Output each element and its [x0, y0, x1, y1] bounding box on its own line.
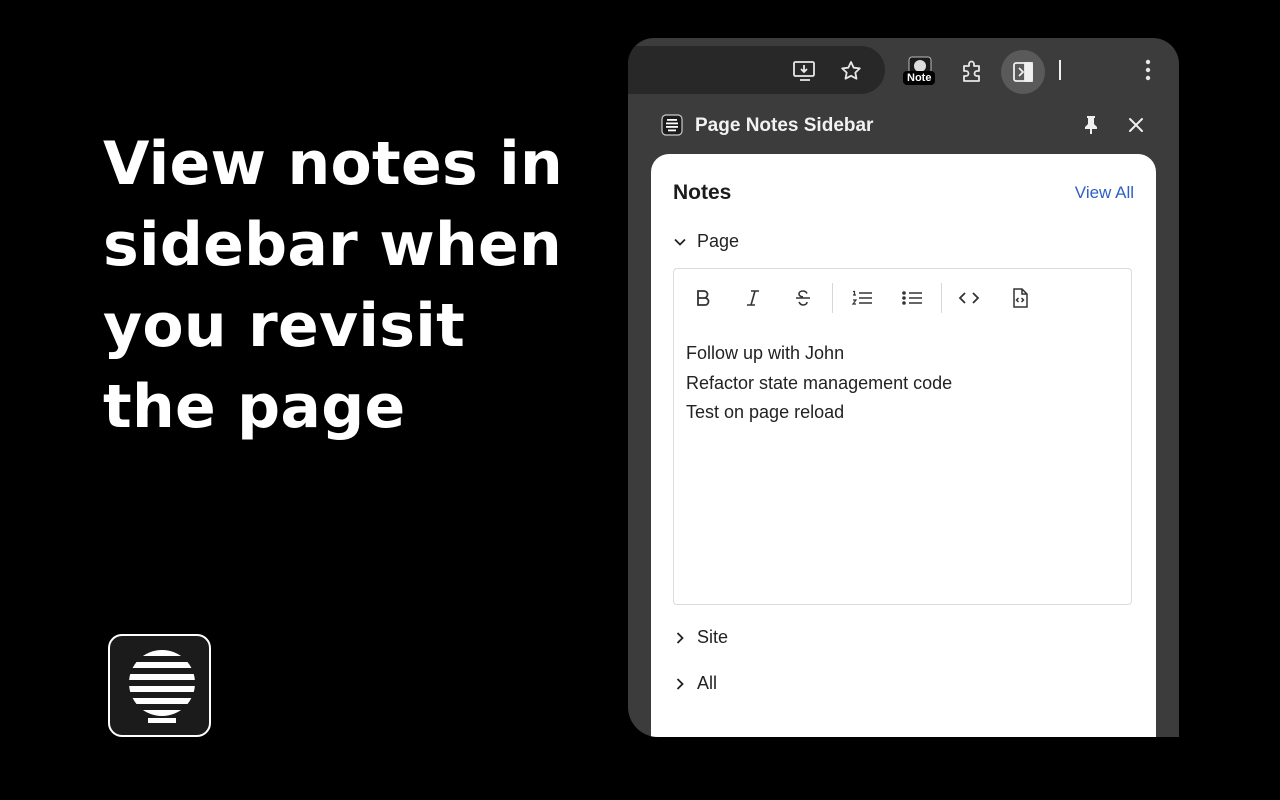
headline: View notes in sidebar when you revisit t… — [103, 129, 564, 442]
side-panel-header: Page Notes Sidebar — [628, 102, 1179, 148]
section-label: Site — [697, 627, 729, 647]
lightbulb-logo-icon — [129, 650, 195, 723]
chevron-down-icon — [674, 238, 686, 246]
toolbar-separator — [832, 283, 833, 313]
strikethrough-icon[interactable] — [788, 283, 818, 313]
note-content[interactable]: Follow up with John Refactor state manag… — [686, 339, 952, 428]
browser-toolbar: Note — [628, 38, 1179, 102]
bookmark-star-icon[interactable] — [838, 58, 864, 84]
more-menu-icon[interactable] — [1138, 58, 1158, 82]
toolbar-separator — [941, 283, 942, 313]
bullet-list-icon[interactable] — [897, 283, 927, 313]
note-badge: Note — [903, 71, 936, 85]
extension-logo-icon — [661, 114, 683, 136]
section-all-toggle[interactable]: All — [673, 673, 717, 694]
close-icon[interactable] — [1125, 114, 1147, 136]
notes-card: Notes View All Page Follow up with John … — [651, 154, 1156, 737]
note-editor[interactable]: Follow up with John Refactor state manag… — [673, 268, 1132, 605]
note-line: Refactor state management code — [686, 372, 953, 393]
note-line: Follow up with John — [686, 343, 845, 363]
section-label: All — [697, 673, 718, 693]
ordered-list-icon[interactable] — [847, 283, 877, 313]
side-panel-icon — [1013, 62, 1033, 82]
side-panel-toggle-button[interactable] — [1001, 50, 1045, 94]
chevron-right-icon — [676, 631, 684, 644]
section-page-toggle[interactable]: Page — [673, 231, 739, 252]
view-all-link[interactable]: View All — [1075, 183, 1134, 203]
toolbar-divider — [1059, 60, 1061, 80]
code-icon[interactable] — [954, 283, 984, 313]
chevron-right-icon — [676, 677, 684, 690]
editor-toolbar — [674, 269, 1131, 325]
app-logo — [108, 634, 211, 737]
install-app-icon[interactable] — [791, 58, 819, 84]
note-line: Test on page reload — [686, 402, 845, 422]
italic-icon[interactable] — [738, 283, 768, 313]
section-site-toggle[interactable]: Site — [673, 627, 728, 648]
code-block-icon[interactable] — [1005, 283, 1035, 313]
pin-icon[interactable] — [1080, 114, 1102, 136]
browser-window: Note Page Notes Sidebar Notes View All P… — [628, 38, 1179, 737]
side-panel-title: Page Notes Sidebar — [695, 115, 874, 136]
extensions-puzzle-icon[interactable] — [958, 57, 986, 85]
notes-title: Notes — [673, 181, 732, 204]
bold-icon[interactable] — [688, 283, 718, 313]
section-label: Page — [697, 231, 740, 251]
